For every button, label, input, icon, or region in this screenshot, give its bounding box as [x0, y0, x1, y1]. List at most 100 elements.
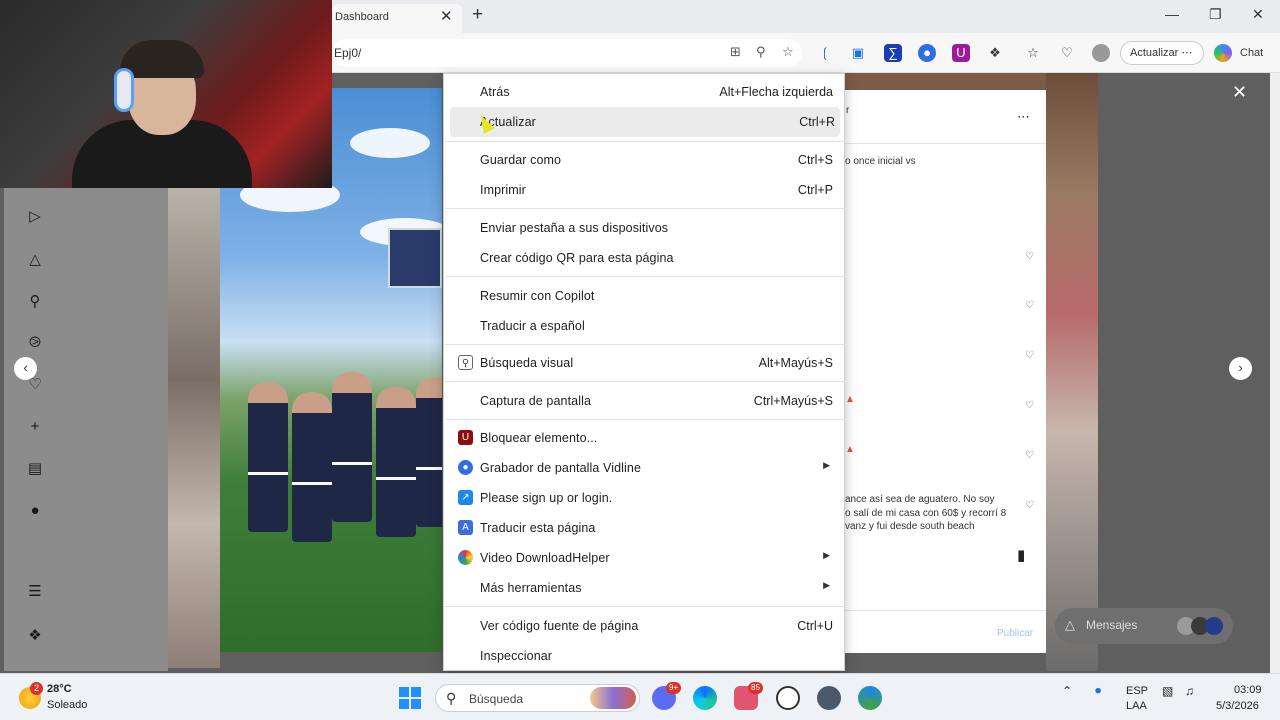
- clock-time[interactable]: 03:09: [1234, 684, 1262, 696]
- menu-item-more-tools[interactable]: Más herramientas ▶: [444, 573, 844, 603]
- submenu-arrow-icon: ▶: [823, 580, 830, 590]
- menu-item-translate-spanish[interactable]: Traducir a español: [444, 311, 844, 341]
- submenu-arrow-icon: ▶: [823, 550, 830, 560]
- profile-avatar-icon[interactable]: ●: [25, 501, 45, 521]
- messages-button[interactable]: △ Mensajes: [1055, 608, 1233, 644]
- visual-search-icon: ⚲: [458, 355, 473, 370]
- next-post-button[interactable]: ›: [1229, 357, 1252, 380]
- menu-item-view-source[interactable]: Ver código fuente de página Ctrl+U: [444, 611, 844, 641]
- menu-item-refresh[interactable]: Actualizar Ctrl+R: [450, 107, 840, 137]
- avatar: [1205, 617, 1223, 635]
- menu-separator: [445, 344, 845, 345]
- comment-like-icon[interactable]: ♡: [1025, 450, 1034, 461]
- volume-icon[interactable]: ♫: [1185, 684, 1194, 698]
- menu-item-summarize-copilot[interactable]: Resumir con Copilot: [444, 281, 844, 311]
- headphones: [114, 68, 134, 112]
- show-hidden-icons-icon[interactable]: ⌃: [1062, 684, 1072, 698]
- fire-emoji-icon: ▲: [845, 444, 855, 455]
- explore-icon[interactable]: ⧁: [25, 333, 45, 353]
- profile-avatar-icon[interactable]: [1092, 44, 1110, 62]
- post-details-panel: r ⋯ o once inicial vs ance así sea de ag…: [845, 90, 1046, 653]
- read-aloud-icon[interactable]: ❲: [816, 44, 834, 62]
- threads-icon[interactable]: ❖: [25, 626, 45, 646]
- reels-icon[interactable]: ▷: [25, 207, 45, 227]
- edge-dev-app-icon[interactable]: [858, 686, 882, 710]
- ublock-icon: U: [458, 430, 473, 445]
- menu-item-block-element[interactable]: U Bloquear elemento...: [444, 423, 844, 453]
- save-bookmark-icon[interactable]: ▮: [1017, 546, 1025, 564]
- minimize-icon[interactable]: —: [1165, 6, 1179, 22]
- comment-like-icon[interactable]: ♡: [1025, 300, 1034, 311]
- keyboard-layout[interactable]: LAA: [1126, 700, 1147, 712]
- comment-like-icon[interactable]: ♡: [1025, 500, 1034, 511]
- menu-item-video-downloadhelper[interactable]: Video DownloadHelper ▶: [444, 543, 844, 573]
- search-highlight-image: [590, 687, 636, 709]
- menu-icon[interactable]: ☰: [25, 582, 45, 602]
- previous-post-button[interactable]: ‹: [14, 357, 37, 380]
- favorites-icon[interactable]: ☆: [1024, 44, 1042, 62]
- close-post-icon[interactable]: ✕: [1232, 82, 1247, 103]
- new-tab-icon[interactable]: +: [472, 4, 483, 26]
- more-options-icon[interactable]: ⋯: [1017, 109, 1030, 125]
- search-icon[interactable]: ⚲: [25, 292, 45, 312]
- comment-like-icon[interactable]: ♡: [1025, 400, 1034, 411]
- comment-like-icon[interactable]: ♡: [1025, 350, 1034, 361]
- screenshot-extension-icon[interactable]: ▣: [849, 44, 867, 62]
- menu-separator: [445, 276, 845, 277]
- menu-item-send-tab[interactable]: Enviar pestaña a sus dispositivos: [444, 213, 844, 243]
- menu-item-screenshot[interactable]: Captura de pantalla Ctrl+Mayús+S: [444, 386, 844, 416]
- create-icon[interactable]: +: [25, 417, 45, 437]
- favorite-star-icon[interactable]: ☆: [782, 44, 794, 60]
- menu-item-back[interactable]: Atrás Alt+Flecha izquierda: [444, 77, 844, 107]
- vidline-extension-icon[interactable]: ●: [918, 44, 936, 62]
- menu-item-translate-page[interactable]: A Traducir esta página: [444, 513, 844, 543]
- post-caption: o once inicial vs: [845, 156, 916, 167]
- language-code[interactable]: ESP: [1126, 685, 1148, 697]
- url-text[interactable]: Epj0/: [334, 46, 361, 60]
- update-label: Actualizar: [1130, 47, 1179, 59]
- copilot-icon: [1214, 44, 1232, 62]
- ublock-extension-icon[interactable]: U: [952, 44, 970, 62]
- page-scrollbar[interactable]: [1270, 73, 1280, 673]
- publish-button[interactable]: Publicar: [997, 628, 1033, 639]
- extension-icon: ↗: [458, 490, 473, 505]
- edge-app-icon[interactable]: [693, 686, 717, 710]
- start-button[interactable]: [399, 687, 421, 709]
- menu-separator: [445, 606, 845, 607]
- menu-item-save-as[interactable]: Guardar como Ctrl+S: [444, 145, 844, 175]
- taskbar-search[interactable]: ⚲ Búsqueda: [435, 684, 640, 712]
- tab-title: Dashboard: [335, 11, 389, 23]
- restore-icon[interactable]: ❐: [1209, 6, 1222, 23]
- menu-item-vidline-recorder[interactable]: ● Grabador de pantalla Vidline ▶: [444, 453, 844, 483]
- copilot-chat-button[interactable]: Chat: [1214, 41, 1272, 65]
- context-menu: Atrás Alt+Flecha izquierda Actualizar Ct…: [443, 73, 845, 671]
- address-bar[interactable]: Epj0/ ⊞ ⚲ ☆: [332, 39, 802, 67]
- stats-icon[interactable]: ▤: [25, 459, 45, 479]
- close-tab-icon[interactable]: ✕: [440, 7, 453, 25]
- send-icon[interactable]: △: [25, 250, 45, 270]
- tab-dashboard[interactable]: Dashboard ✕: [332, 4, 462, 33]
- microphone-icon[interactable]: ⚫: [1093, 684, 1103, 698]
- app-available-icon[interactable]: ⊞: [730, 44, 741, 60]
- scoreboard: [388, 228, 442, 288]
- browser-essentials-icon[interactable]: ♡: [1058, 44, 1076, 62]
- menu-item-qr-code[interactable]: Crear código QR para esta página: [444, 243, 844, 273]
- menu-item-visual-search[interactable]: ⚲ Búsqueda visual Alt+Mayús+S: [444, 348, 844, 378]
- menu-item-sign-up[interactable]: ↗ Please sign up or login.: [444, 483, 844, 513]
- settings-gear-icon[interactable]: [817, 686, 841, 710]
- close-window-icon[interactable]: ✕: [1252, 6, 1264, 23]
- comment-like-icon[interactable]: ♡: [1025, 251, 1034, 262]
- menu-item-print[interactable]: Imprimir Ctrl+P: [444, 175, 844, 205]
- extensions-puzzle-icon[interactable]: ❖: [986, 44, 1004, 62]
- more-options-icon: ⋯: [1181, 47, 1193, 59]
- extension-icon[interactable]: ∑: [884, 44, 902, 62]
- clock-date[interactable]: 5/3/2026: [1216, 700, 1259, 712]
- menu-separator: [445, 381, 845, 382]
- network-icon[interactable]: ▧: [1162, 684, 1173, 698]
- windows-taskbar: 2 28°C Soleado ⚲ Búsqueda 9+ 85 ⌃ ⚫ ESP …: [0, 673, 1280, 720]
- update-button[interactable]: Actualizar ⋯: [1120, 41, 1204, 65]
- downloadhelper-icon: [458, 550, 473, 565]
- menu-item-inspect[interactable]: Inspeccionar: [444, 641, 844, 671]
- obs-app-icon[interactable]: [776, 686, 800, 710]
- zoom-icon[interactable]: ⚲: [756, 44, 766, 60]
